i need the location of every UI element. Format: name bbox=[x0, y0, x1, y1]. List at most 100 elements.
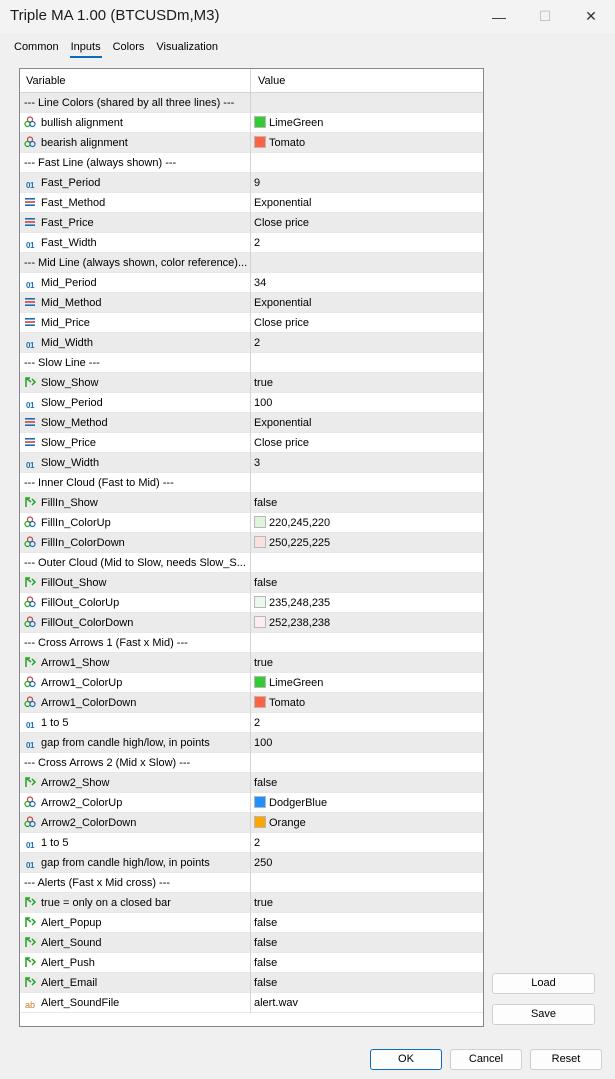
tab-colors[interactable]: Colors bbox=[107, 40, 151, 60]
title-bar: Triple MA 1.00 (BTCUSDm,M3) — ☐ ✕ bbox=[0, 0, 615, 33]
param-row[interactable]: Arrow2_ColorDown Orange bbox=[20, 813, 483, 833]
param-row[interactable]: 01 Fast_Period 9 bbox=[20, 173, 483, 193]
param-row[interactable]: 01 Mid_Period 34 bbox=[20, 273, 483, 293]
cancel-button[interactable]: Cancel bbox=[450, 1049, 522, 1070]
value-cell[interactable]: true bbox=[252, 373, 483, 393]
param-row[interactable]: Alert_Email false bbox=[20, 973, 483, 993]
value-cell[interactable]: false bbox=[252, 933, 483, 953]
value-cell[interactable]: Exponential bbox=[252, 293, 483, 313]
value-cell[interactable]: Tomato bbox=[252, 133, 483, 153]
value-cell[interactable]: false bbox=[252, 973, 483, 993]
value-cell[interactable]: false bbox=[252, 493, 483, 513]
reset-button[interactable]: Reset bbox=[530, 1049, 602, 1070]
value-cell[interactable]: 100 bbox=[252, 393, 483, 413]
string-type-icon: ab bbox=[24, 1000, 35, 1010]
param-row[interactable]: Fast_Method Exponential bbox=[20, 193, 483, 213]
value-cell[interactable]: 2 bbox=[252, 713, 483, 733]
variable-name: Mid_Price bbox=[41, 317, 90, 329]
param-row[interactable]: 01 Slow_Width 3 bbox=[20, 453, 483, 473]
param-row[interactable]: bullish alignment LimeGreen bbox=[20, 113, 483, 133]
value-cell[interactable]: LimeGreen bbox=[252, 113, 483, 133]
variable-name: Alert_Popup bbox=[41, 917, 102, 929]
param-row[interactable]: FillOut_ColorUp 235,248,235 bbox=[20, 593, 483, 613]
value-cell[interactable]: 252,238,238 bbox=[252, 613, 483, 633]
header-value[interactable]: Value bbox=[252, 69, 483, 93]
value-cell[interactable]: DodgerBlue bbox=[252, 793, 483, 813]
param-row[interactable]: 01 gap from candle high/low, in points 100 bbox=[20, 733, 483, 753]
param-row[interactable]: 01 Fast_Width 2 bbox=[20, 233, 483, 253]
param-row[interactable]: Arrow2_ColorUp DodgerBlue bbox=[20, 793, 483, 813]
param-row[interactable]: 01 1 to 5 2 bbox=[20, 833, 483, 853]
value-cell[interactable]: Close price bbox=[252, 433, 483, 453]
param-row[interactable]: Mid_Price Close price bbox=[20, 313, 483, 333]
ok-button[interactable]: OK bbox=[370, 1049, 442, 1070]
minimize-button[interactable]: — bbox=[476, 0, 522, 33]
value-cell[interactable]: 250 bbox=[252, 853, 483, 873]
tab-common[interactable]: Common bbox=[8, 40, 65, 60]
value-cell[interactable]: false bbox=[252, 953, 483, 973]
param-row[interactable]: Arrow1_ColorDown Tomato bbox=[20, 693, 483, 713]
value-cell[interactable]: Close price bbox=[252, 313, 483, 333]
param-row[interactable]: FillOut_Show false bbox=[20, 573, 483, 593]
value-cell[interactable]: Tomato bbox=[252, 693, 483, 713]
value-cell[interactable]: 2 bbox=[252, 233, 483, 253]
load-button[interactable]: Load bbox=[492, 973, 595, 994]
value-cell[interactable]: 220,245,220 bbox=[252, 513, 483, 533]
param-row[interactable]: Mid_Method Exponential bbox=[20, 293, 483, 313]
save-button[interactable]: Save bbox=[492, 1004, 595, 1025]
param-row[interactable]: FillOut_ColorDown 252,238,238 bbox=[20, 613, 483, 633]
close-button[interactable]: ✕ bbox=[568, 0, 614, 33]
value-cell[interactable]: alert.wav bbox=[252, 993, 483, 1013]
param-row[interactable]: Arrow1_Show true bbox=[20, 653, 483, 673]
param-row[interactable]: true = only on a closed bar true bbox=[20, 893, 483, 913]
param-row[interactable]: Alert_Sound false bbox=[20, 933, 483, 953]
value-cell[interactable]: Exponential bbox=[252, 413, 483, 433]
value-cell[interactable]: LimeGreen bbox=[252, 673, 483, 693]
param-row[interactable]: Arrow1_ColorUp LimeGreen bbox=[20, 673, 483, 693]
value-cell[interactable]: false bbox=[252, 773, 483, 793]
value-cell[interactable]: 3 bbox=[252, 453, 483, 473]
maximize-button[interactable]: ☐ bbox=[522, 0, 568, 33]
param-row[interactable]: FillIn_Show false bbox=[20, 493, 483, 513]
value-cell[interactable]: 235,248,235 bbox=[252, 593, 483, 613]
color-swatch bbox=[254, 696, 266, 708]
value-cell[interactable]: Orange bbox=[252, 813, 483, 833]
color-type-icon bbox=[24, 516, 36, 528]
inputs-grid[interactable]: Variable Value --- Line Colors (shared b… bbox=[19, 68, 484, 1027]
param-row[interactable]: 01 Mid_Width 2 bbox=[20, 333, 483, 353]
value-cell[interactable]: 2 bbox=[252, 333, 483, 353]
param-row[interactable]: 01 gap from candle high/low, in points 250 bbox=[20, 853, 483, 873]
value-cell[interactable]: true bbox=[252, 893, 483, 913]
param-row[interactable]: 01 1 to 5 2 bbox=[20, 713, 483, 733]
param-row[interactable]: Alert_Popup false bbox=[20, 913, 483, 933]
value-cell[interactable]: Exponential bbox=[252, 193, 483, 213]
param-row[interactable]: Fast_Price Close price bbox=[20, 213, 483, 233]
value-cell[interactable]: false bbox=[252, 573, 483, 593]
tab-visualization[interactable]: Visualization bbox=[150, 40, 224, 60]
param-row[interactable]: bearish alignment Tomato bbox=[20, 133, 483, 153]
value-cell[interactable]: Close price bbox=[252, 213, 483, 233]
value-cell[interactable]: 2 bbox=[252, 833, 483, 853]
param-row[interactable]: 01 Slow_Period 100 bbox=[20, 393, 483, 413]
value-cell[interactable]: 34 bbox=[252, 273, 483, 293]
tab-inputs[interactable]: Inputs bbox=[65, 40, 107, 60]
variable-name: Slow_Method bbox=[41, 417, 108, 429]
header-variable[interactable]: Variable bbox=[20, 69, 251, 93]
value-text: false bbox=[254, 577, 278, 589]
param-row[interactable]: Slow_Method Exponential bbox=[20, 413, 483, 433]
value-cell[interactable]: 9 bbox=[252, 173, 483, 193]
color-swatch bbox=[254, 616, 266, 628]
param-row[interactable]: Slow_Show true bbox=[20, 373, 483, 393]
value-cell[interactable]: false bbox=[252, 913, 483, 933]
param-row[interactable]: Slow_Price Close price bbox=[20, 433, 483, 453]
value-cell[interactable]: 250,225,225 bbox=[252, 533, 483, 553]
param-row[interactable]: ab Alert_SoundFile alert.wav bbox=[20, 993, 483, 1013]
param-row[interactable]: FillIn_ColorUp 220,245,220 bbox=[20, 513, 483, 533]
value-cell[interactable]: true bbox=[252, 653, 483, 673]
variable-name: Alert_SoundFile bbox=[41, 997, 120, 1009]
value-cell[interactable]: 100 bbox=[252, 733, 483, 753]
value-text: true bbox=[254, 897, 273, 909]
param-row[interactable]: FillIn_ColorDown 250,225,225 bbox=[20, 533, 483, 553]
param-row[interactable]: Alert_Push false bbox=[20, 953, 483, 973]
param-row[interactable]: Arrow2_Show false bbox=[20, 773, 483, 793]
